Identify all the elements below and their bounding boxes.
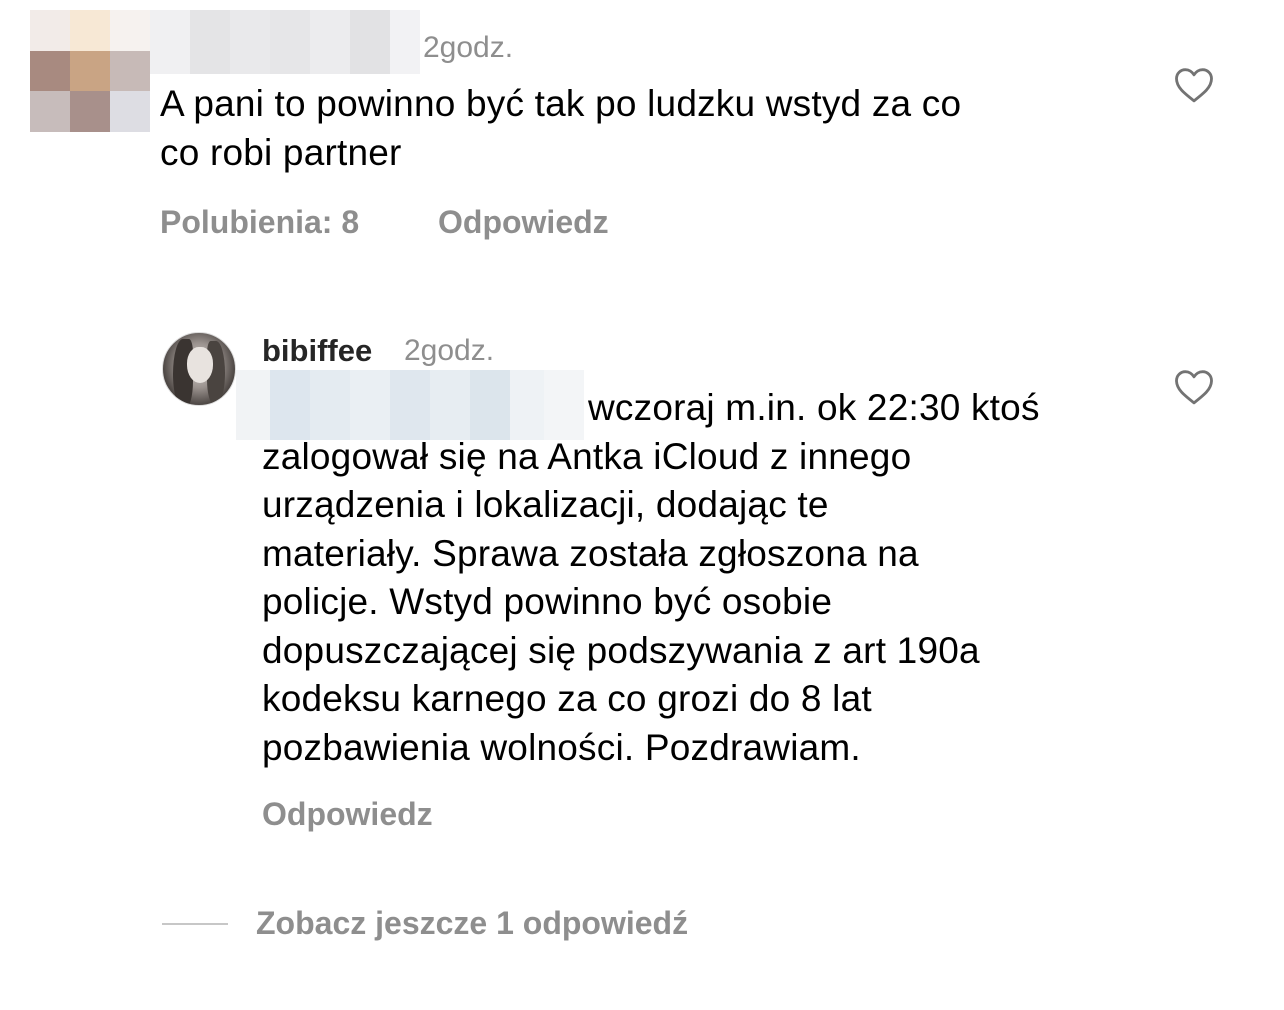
comment-2-text-line: zalogował się na Antka iCloud z innego bbox=[262, 435, 912, 477]
comment-1-reply-button[interactable]: Odpowiedz bbox=[438, 202, 609, 242]
replies-divider-line bbox=[162, 923, 228, 925]
comment-2-reply-button[interactable]: Odpowiedz bbox=[262, 794, 433, 834]
avatar-pixel bbox=[30, 10, 70, 51]
comment-1-timestamp: 2godz. bbox=[423, 31, 514, 64]
heart-outline-icon[interactable] bbox=[1174, 368, 1214, 406]
comment-2-text-line: dopuszczającej się podszywania z art 190… bbox=[262, 629, 980, 671]
comment-2-text-line: kodeksu karnego za co grozi do 8 lat bbox=[262, 678, 872, 719]
avatar-pixel bbox=[110, 10, 150, 51]
avatar-pixel bbox=[70, 50, 110, 92]
heart-outline-icon[interactable] bbox=[1174, 66, 1214, 104]
avatar-pixel bbox=[110, 50, 150, 92]
comment-1-text-line: co robi partner bbox=[160, 131, 402, 173]
comment-2-text-line: urządzenia i lokalizacji, dodając te bbox=[262, 484, 829, 525]
avatar-commenter-1-pixelated[interactable] bbox=[30, 10, 150, 133]
comment-2-text-line: wczoraj m.in. ok 22:30 ktoś bbox=[588, 387, 1040, 428]
avatar-pixel bbox=[70, 91, 110, 133]
avatar-pixel bbox=[70, 10, 110, 51]
comment-2-timestamp: 2godz. bbox=[404, 334, 495, 367]
avatar-bibiffee[interactable] bbox=[162, 332, 236, 406]
comment-1-text: A pani to powinno być tak po ludzku wsty… bbox=[160, 80, 1160, 177]
comment-2-text-line: pozbawienia wolności. Pozdrawiam. bbox=[262, 726, 861, 768]
comment-2-text: wczoraj m.in. ok 22:30 ktoś zalogował si… bbox=[262, 384, 1162, 772]
comment-2-username[interactable]: bibiffee bbox=[262, 332, 372, 370]
avatar-pixel bbox=[30, 50, 70, 92]
username-blurred-commenter-1[interactable] bbox=[150, 10, 420, 74]
comment-2-text-line: materiały. Sprawa została zgłoszona na bbox=[262, 532, 919, 574]
comment-2-text-line: policje. Wstyd powinno być osobie bbox=[262, 581, 833, 622]
avatar-pixel bbox=[30, 91, 70, 133]
comment-1-text-line: A pani to powinno być tak po ludzku wsty… bbox=[160, 83, 962, 124]
view-more-replies-button[interactable]: Zobacz jeszcze 1 odpowiedź bbox=[256, 903, 688, 943]
avatar-pixel bbox=[110, 91, 150, 133]
comment-1-likes-count[interactable]: Polubienia: 8 bbox=[160, 202, 359, 242]
